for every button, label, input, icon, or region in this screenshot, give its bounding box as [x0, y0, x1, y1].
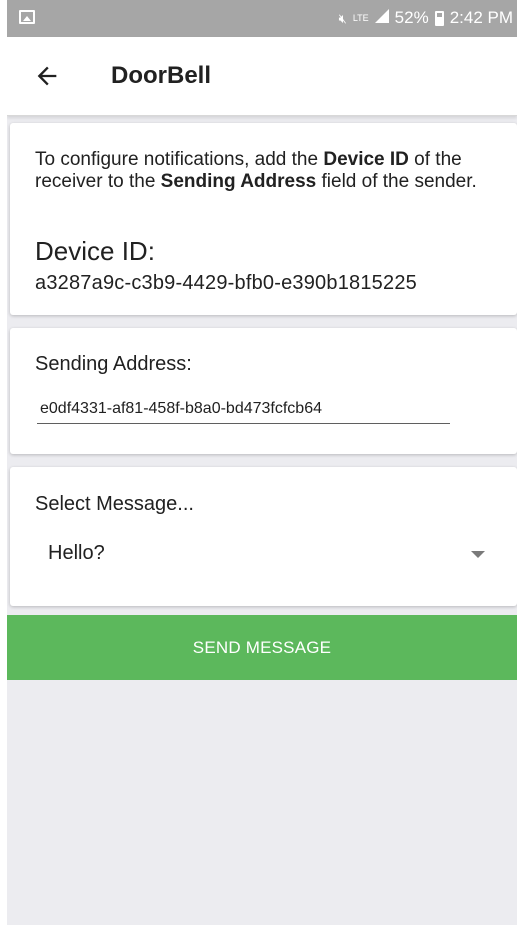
muted-speaker-icon: 🔇︎ — [338, 10, 347, 26]
caret-down-icon[interactable] — [471, 551, 485, 558]
intro-text-3: field of the sender. — [316, 171, 477, 192]
selected-message: Hello? — [48, 542, 105, 564]
configuration-card: To configure notifications, add the Devi… — [10, 123, 517, 315]
battery-percent: 52% — [394, 8, 429, 27]
lte-badge: LTE — [352, 12, 369, 23]
device-id-value: a3287a9c-c3b9-4429-bfb0-e390b1815225 — [35, 272, 417, 294]
device-screen: 🔇︎ LTE 52% 2:42 PM DoorBell To configure… — [7, 0, 517, 925]
configuration-instructions: To configure notifications, add the Devi… — [35, 149, 505, 193]
status-indicators: 🔇︎ LTE 52% 2:42 PM — [339, 8, 513, 28]
message-select[interactable]: Hello? — [35, 537, 495, 573]
battery-charging-icon — [434, 10, 444, 26]
clock: 2:42 PM — [449, 8, 513, 27]
image-icon — [19, 10, 35, 24]
select-message-label: Select Message... — [35, 493, 194, 515]
app-title: DoorBell — [111, 62, 212, 89]
app-bar: DoorBell — [7, 37, 517, 116]
sending-address-input[interactable] — [37, 394, 450, 424]
intro-text-1: To configure notifications, add the — [35, 149, 324, 170]
status-bar: 🔇︎ LTE 52% 2:42 PM — [7, 0, 517, 37]
message-card: Select Message... Hello? — [10, 467, 517, 606]
device-id-label: Device ID: — [35, 236, 155, 266]
send-message-button[interactable]: SEND MESSAGE — [7, 615, 517, 680]
sending-address-label: Sending Address: — [35, 353, 192, 375]
intro-bold-sending-address: Sending Address — [160, 171, 317, 192]
signal-icon — [374, 9, 389, 27]
sending-address-card: Sending Address: — [10, 328, 517, 454]
intro-bold-device-id: Device ID — [323, 149, 409, 170]
arrow-left-icon[interactable] — [33, 62, 61, 90]
